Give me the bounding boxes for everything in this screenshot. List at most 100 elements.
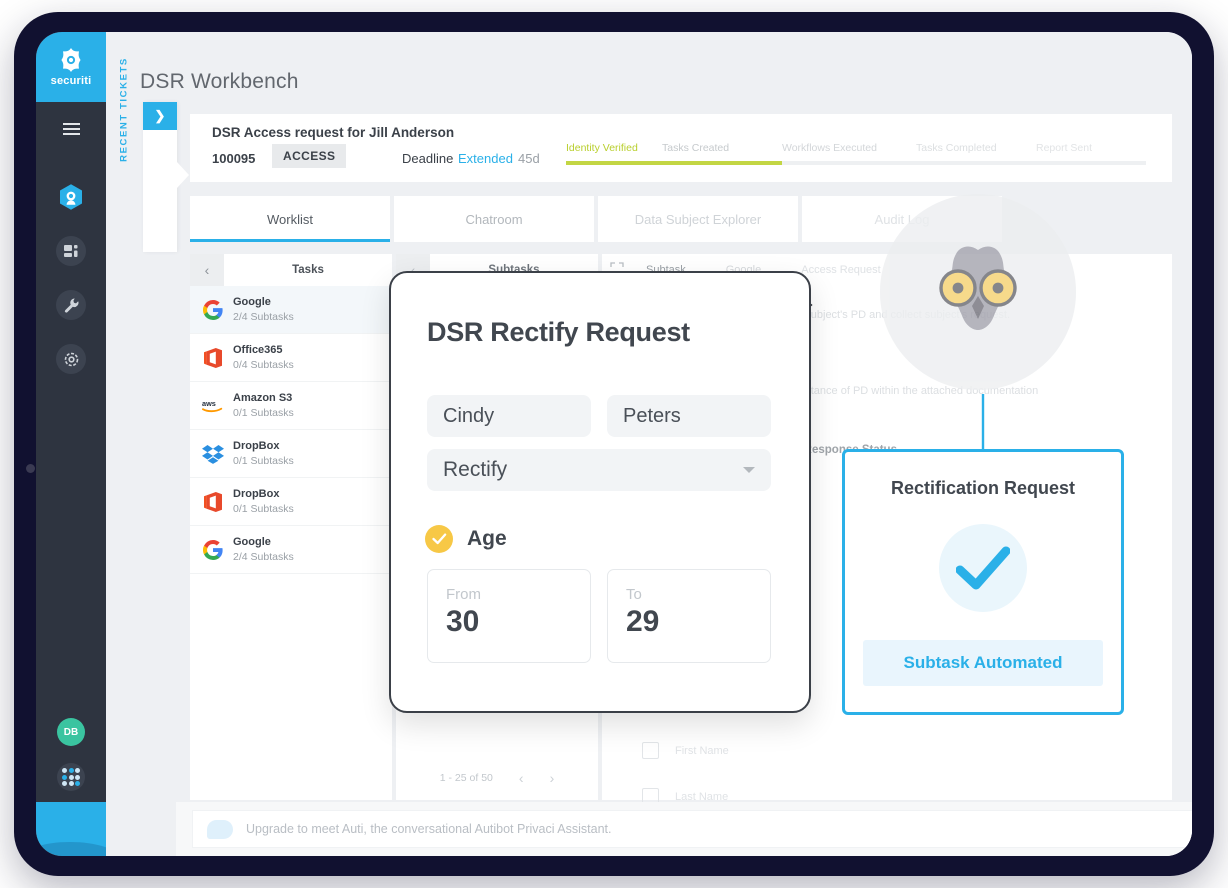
task-row[interactable]: DropBox 0/1 Subtasks	[190, 430, 392, 478]
tab-label: Chatroom	[465, 212, 522, 227]
avatar[interactable]: DB	[57, 718, 85, 746]
to-value-field[interactable]: To 29	[607, 569, 771, 663]
from-label: From	[446, 586, 590, 604]
pagination-range: 1 - 25 of 50	[440, 772, 493, 784]
google-icon	[202, 299, 224, 321]
status-badge: Subtask Automated	[863, 640, 1103, 686]
rail-bottom-accent	[36, 802, 106, 856]
rectification-request-card: Rectification Request Subtask Automated	[842, 449, 1124, 715]
task-row[interactable]: Google 2/4 Subtasks	[190, 286, 392, 334]
task-row[interactable]: aws Amazon S3 0/1 Subtasks	[190, 382, 392, 430]
app-grid-icon[interactable]	[57, 763, 85, 791]
hamburger-menu-icon	[63, 123, 80, 135]
autibot-message-box[interactable]: Upgrade to meet Auti, the conversational…	[192, 810, 1192, 848]
aws-icon: aws	[202, 395, 224, 417]
wrench-icon	[56, 290, 86, 320]
first-name-input[interactable]: Cindy	[427, 395, 591, 437]
task-row[interactable]: DropBox 0/1 Subtasks	[190, 478, 392, 526]
sidebar-item-settings[interactable]	[36, 332, 106, 386]
attribute-row[interactable]: Age	[425, 525, 507, 553]
task-subtasks: 0/1 Subtasks	[233, 454, 294, 468]
sidebar-item-privaci[interactable]	[36, 170, 106, 224]
chevron-down-icon	[743, 467, 755, 473]
request-type-badge: ACCESS	[272, 144, 346, 168]
sidebar-item-dashboard[interactable]	[36, 224, 106, 278]
tab-chatroom[interactable]: Chatroom	[394, 196, 594, 242]
stepper-step-workflows-executed: Workflows Executed	[782, 142, 916, 154]
privaci-hex-icon	[56, 182, 86, 212]
auti-owl-mascot-icon	[894, 208, 1062, 376]
securiti-logo-icon	[58, 47, 84, 73]
checkbox-first-name[interactable]	[642, 742, 659, 759]
settings-gear-icon	[56, 344, 86, 374]
office365-icon	[202, 347, 224, 369]
tasks-back-button[interactable]: ‹	[190, 254, 224, 286]
office365-icon	[202, 491, 224, 513]
tab-bar: Worklist Chatroom Data Subject Explorer …	[190, 196, 1002, 242]
hamburger-menu-button[interactable]	[36, 102, 106, 156]
google-icon	[202, 539, 224, 561]
stepper-fill	[566, 161, 782, 165]
tab-label: Data Subject Explorer	[635, 212, 761, 227]
pagination-prev-button[interactable]: ‹	[519, 770, 524, 786]
check-icon[interactable]	[425, 525, 453, 553]
task-subtasks: 0/1 Subtasks	[233, 502, 294, 516]
task-name: Office365	[233, 343, 294, 358]
detail-col-access-request: Access Request	[801, 264, 880, 276]
brand-name: securiti	[51, 75, 92, 87]
chat-bubble-icon	[207, 820, 233, 839]
main-content: DSR Workbench ❯ RECENT TICKETS DSR Acces…	[106, 32, 1192, 856]
from-value-field[interactable]: From 30	[427, 569, 591, 663]
task-subtasks: 2/4 Subtasks	[233, 550, 294, 564]
checkbox-label: Last Name	[675, 791, 728, 803]
task-row[interactable]: Google 2/4 Subtasks	[190, 526, 392, 574]
task-row[interactable]: Office365 0/4 Subtasks	[190, 334, 392, 382]
recent-tickets-flap-arrow	[177, 162, 189, 188]
tab-label: Worklist	[267, 212, 313, 227]
modal-title: DSR Rectify Request	[427, 317, 690, 348]
stepper-step-tasks-created: Tasks Created	[662, 142, 782, 154]
autibot-bar: Upgrade to meet Auti, the conversational…	[176, 802, 1192, 856]
tasks-panel: ‹ Tasks Google 2/4 Subtasks	[190, 254, 392, 800]
tab-worklist[interactable]: Worklist	[190, 196, 390, 242]
from-value: 30	[446, 605, 590, 640]
svg-text:aws: aws	[202, 399, 216, 408]
deadline-label: Deadline	[402, 151, 453, 166]
to-value: 29	[626, 605, 770, 640]
tablet-screen: securiti	[36, 32, 1192, 856]
stepper-step-tasks-completed: Tasks Completed	[916, 142, 1036, 154]
stepper-track	[566, 161, 1146, 165]
tab-data-subject-explorer[interactable]: Data Subject Explorer	[598, 196, 798, 242]
task-name: Google	[233, 295, 294, 310]
last-name-input[interactable]: Peters	[607, 395, 771, 437]
task-name: Google	[233, 535, 294, 550]
action-select[interactable]: Rectify	[427, 449, 771, 491]
stepper-step-identity-verified: Identity Verified	[566, 142, 662, 154]
tasks-panel-title: Tasks	[224, 264, 392, 276]
pagination-next-button[interactable]: ›	[550, 770, 555, 786]
request-id: 100095	[212, 151, 255, 166]
recent-tickets-label: RECENT TICKETS	[119, 50, 130, 170]
brand-logo[interactable]: securiti	[36, 32, 106, 102]
deadline-days: 45d	[518, 151, 540, 166]
autibot-message: Upgrade to meet Auti, the conversational…	[246, 822, 611, 836]
dsr-rectify-request-modal: DSR Rectify Request Cindy Peters Rectify…	[389, 271, 811, 713]
task-name: DropBox	[233, 487, 294, 502]
task-subtasks: 0/4 Subtasks	[233, 358, 294, 372]
tasks-panel-header: ‹ Tasks	[190, 254, 392, 286]
dashboard-icon	[56, 236, 86, 266]
recent-tickets-toggle[interactable]: ❯	[143, 102, 177, 130]
pagination: 1 - 25 of 50 ‹ ›	[396, 756, 598, 800]
check-mark-icon	[939, 524, 1027, 612]
page-title: DSR Workbench	[140, 70, 299, 94]
camera-dot	[26, 464, 35, 473]
task-subtasks: 2/4 Subtasks	[233, 310, 294, 324]
checkbox-label: First Name	[675, 745, 729, 757]
sidebar-item-tools[interactable]	[36, 278, 106, 332]
progress-stepper: Identity Verified Tasks Created Workflow…	[566, 142, 1146, 165]
left-nav-rail: securiti	[36, 32, 106, 856]
tablet-device-frame: securiti	[14, 12, 1214, 876]
detail-checkbox-row[interactable]: First Name	[642, 742, 729, 759]
deadline-status[interactable]: Extended	[458, 151, 513, 166]
request-header-card: DSR Access request for Jill Anderson 100…	[190, 114, 1172, 182]
